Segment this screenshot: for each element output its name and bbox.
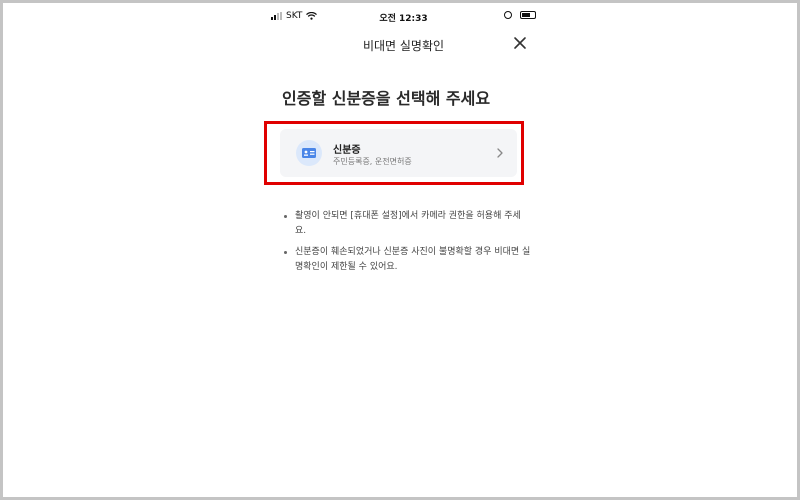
bullet-icon <box>284 251 287 254</box>
status-time: 오전 12:33 <box>379 14 428 24</box>
note-text: 촬영이 안되면 [휴대폰 설정]에서 카메라 권한을 허용해 주세요. <box>295 211 521 236</box>
status-right <box>504 11 536 19</box>
orientation-lock-icon <box>504 11 512 19</box>
highlight-annotation <box>264 121 524 185</box>
note-item: 촬영이 안되면 [휴대폰 설정]에서 카메라 권한을 허용해 주세요. <box>283 209 531 239</box>
status-bar: SKT 오전 12:33 <box>271 11 536 27</box>
notes-list: 촬영이 안되면 [휴대폰 설정]에서 카메라 권한을 허용해 주세요. 신분증이… <box>283 209 531 281</box>
screenshot-frame: SKT 오전 12:33 비대면 실명확인 인증할 신분증을 선택해 주세요 신… <box>0 0 800 500</box>
header: 비대면 실명확인 <box>271 33 536 57</box>
close-button[interactable] <box>512 35 528 51</box>
close-icon <box>514 37 526 49</box>
note-text: 신분증이 훼손되었거나 신분증 사진이 불명확할 경우 비대면 실명확인이 제한… <box>295 247 531 272</box>
note-item: 신분증이 훼손되었거나 신분증 사진이 불명확할 경우 비대면 실명확인이 제한… <box>283 245 531 275</box>
battery-icon <box>520 11 536 19</box>
header-title: 비대면 실명확인 <box>362 39 445 53</box>
page-title: 인증할 신분증을 선택해 주세요 <box>282 89 491 108</box>
bullet-icon <box>284 215 287 218</box>
